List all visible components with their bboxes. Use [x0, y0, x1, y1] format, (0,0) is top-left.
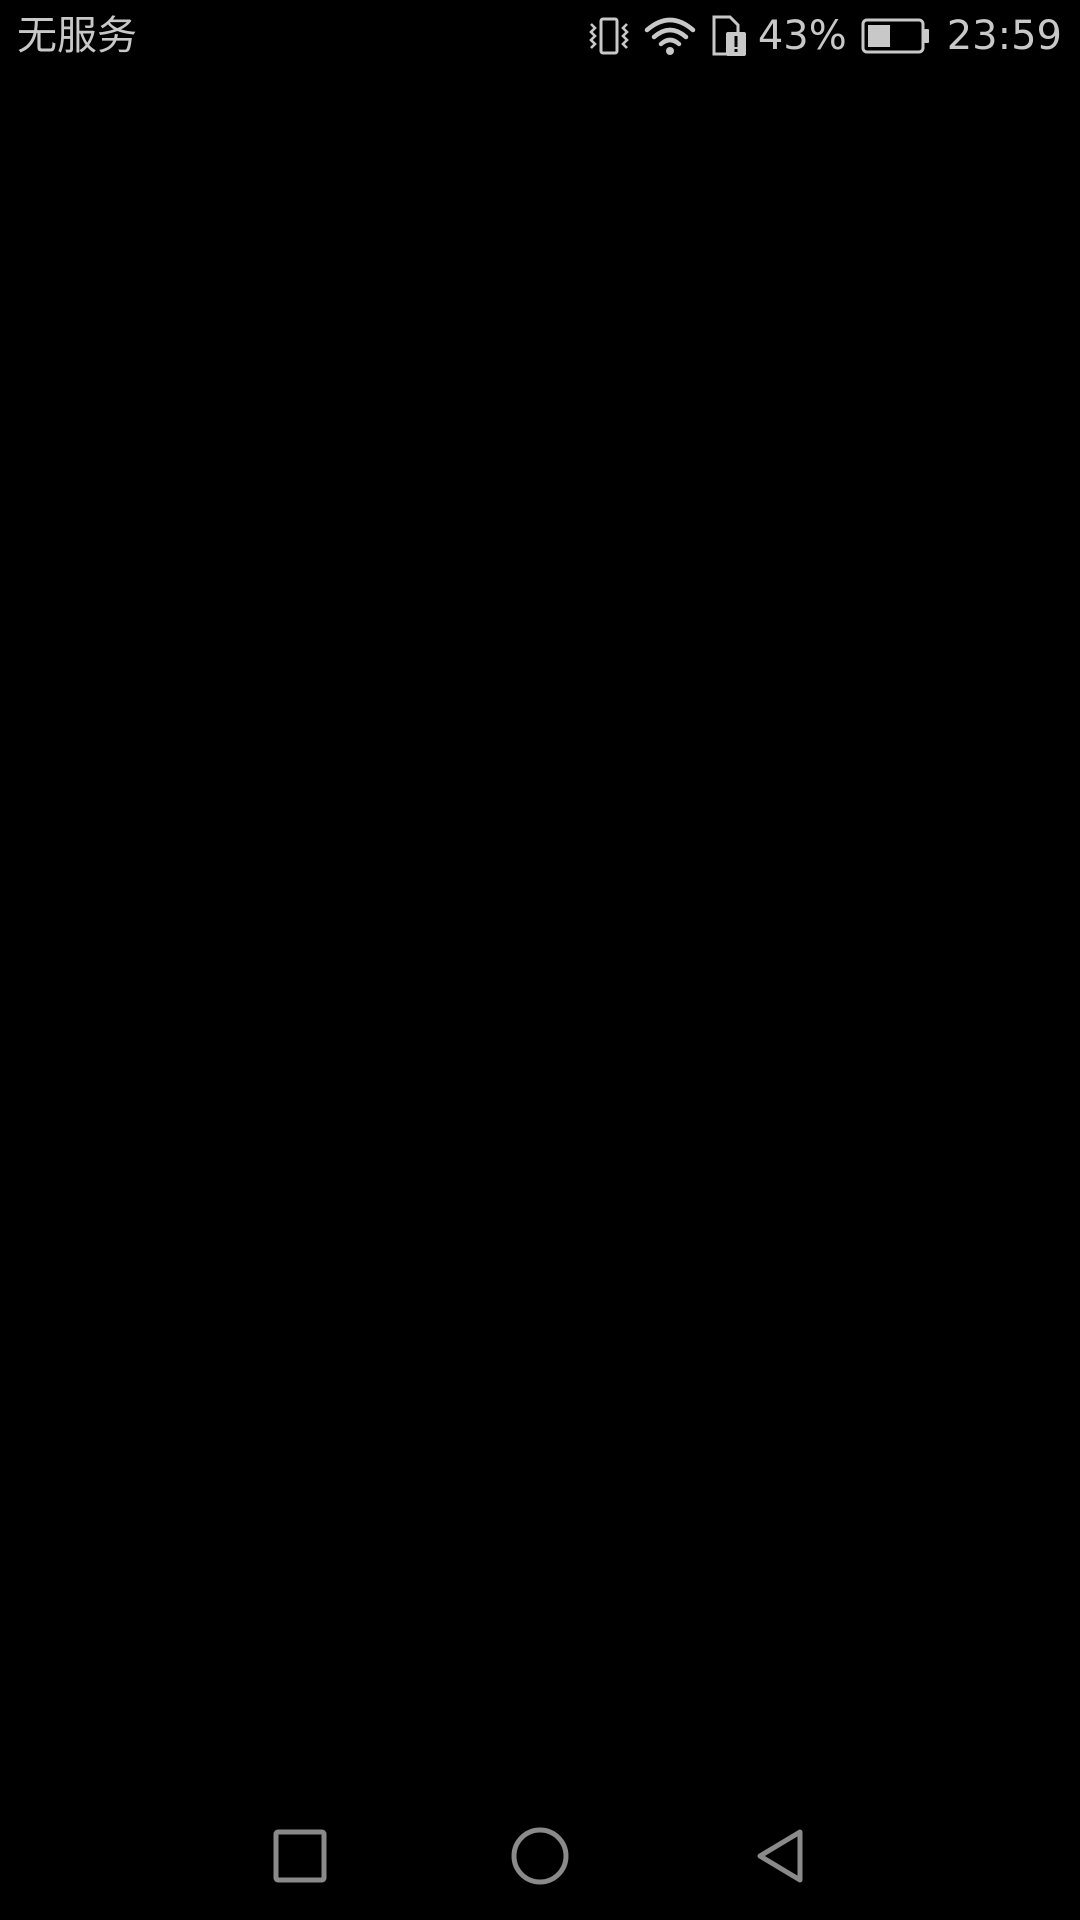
home-icon — [511, 1827, 569, 1885]
battery-percent: 43% — [757, 13, 847, 59]
clock: 23:59 — [946, 13, 1062, 59]
back-button[interactable] — [750, 1826, 810, 1886]
vibrate-icon — [588, 16, 630, 56]
battery-level-fill — [867, 25, 890, 47]
blank-app-content — [0, 72, 1080, 1792]
battery-icon — [861, 16, 931, 56]
phone-screen: 无服务 43% 23:59 — [0, 0, 1080, 1920]
recent-apps-icon — [273, 1829, 327, 1883]
status-indicators: 43% 23:59 — [588, 10, 1062, 62]
navigation-bar — [0, 1792, 1080, 1920]
wifi-icon — [644, 16, 696, 56]
carrier-label: 无服务 — [17, 13, 137, 59]
sim-card-alert-icon — [710, 14, 748, 58]
home-button[interactable] — [510, 1826, 570, 1886]
recent-apps-button[interactable] — [270, 1826, 330, 1886]
back-icon — [757, 1829, 803, 1883]
status-bar: 无服务 43% 23:59 — [0, 0, 1080, 72]
